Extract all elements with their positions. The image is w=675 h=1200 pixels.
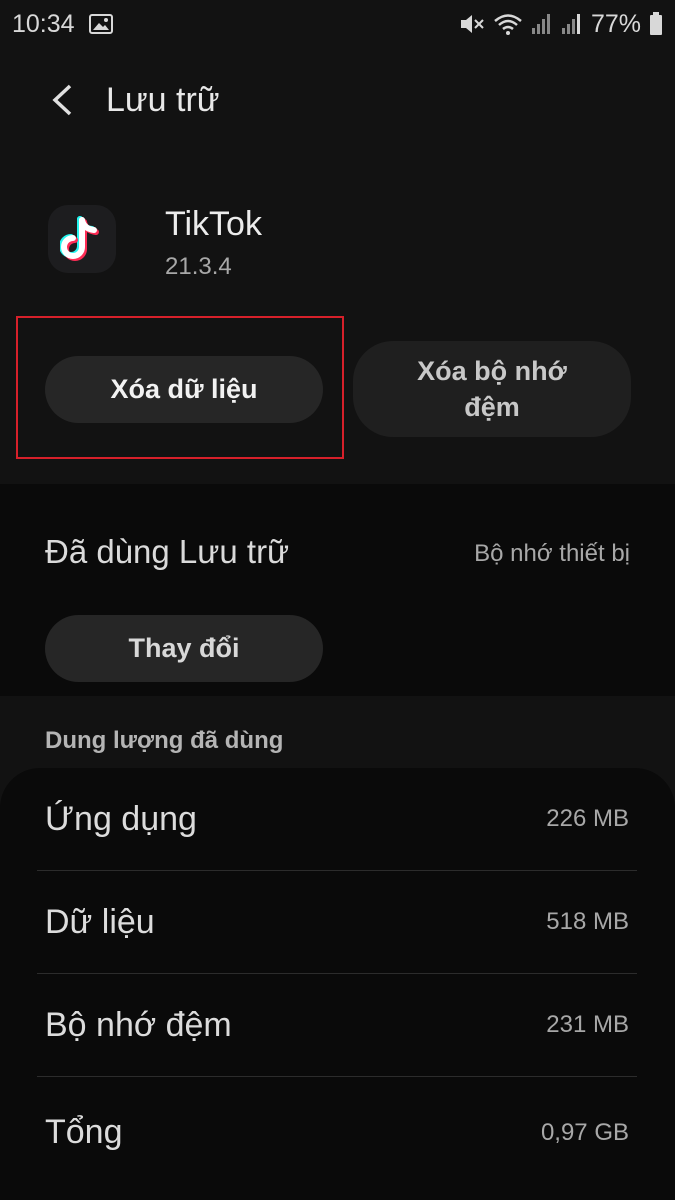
app-name: TikTok <box>165 205 262 243</box>
change-storage-button[interactable]: Thay đổi <box>45 615 323 682</box>
status-bar-right: 77% <box>459 10 663 39</box>
highlight-annotation-box <box>16 316 344 459</box>
usage-row-label: Bộ nhớ đệm <box>45 1005 232 1044</box>
clear-cache-button[interactable]: Xóa bộ nhớ đệm <box>353 341 631 437</box>
page-title: Lưu trữ <box>106 80 220 119</box>
battery-icon <box>649 12 663 36</box>
chevron-left-icon <box>52 84 72 116</box>
image-icon <box>88 14 113 34</box>
usage-row-value: 226 MB <box>546 805 629 832</box>
status-bar-left: 10:34 <box>12 10 113 39</box>
wifi-icon <box>493 12 523 36</box>
battery-percent: 77% <box>590 9 641 38</box>
tiktok-icon <box>48 205 116 273</box>
mute-icon <box>459 12 485 36</box>
usage-row-value: 0,97 GB <box>540 1118 629 1146</box>
signal-icon <box>561 12 583 36</box>
app-version: 21.3.4 <box>165 253 232 280</box>
usage-row-label: Tổng <box>45 1113 123 1151</box>
usage-row-app: Ứng dụng 226 MB <box>37 768 637 871</box>
usage-row-data: Dữ liệu 518 MB <box>37 871 637 974</box>
usage-row-value: 518 MB <box>546 908 629 935</box>
usage-row-cache: Bộ nhớ đệm 231 MB <box>37 974 637 1077</box>
status-bar: 10:34 77% <box>0 0 675 48</box>
usage-row-total: Tổng 0,97 GB <box>37 1081 637 1184</box>
usage-row-label: Ứng dụng <box>45 799 197 838</box>
usage-section-title: Dung lượng đã dùng <box>45 727 284 754</box>
signal-icon <box>531 12 553 36</box>
back-button[interactable] <box>32 70 92 130</box>
storage-location-value: Bộ nhớ thiết bị <box>474 540 630 567</box>
usage-row-label: Dữ liệu <box>45 902 155 941</box>
storage-used-label: Đã dùng Lưu trữ <box>45 533 290 570</box>
usage-row-value: 231 MB <box>546 1011 629 1038</box>
status-time: 10:34 <box>12 9 75 38</box>
app-bar: Lưu trữ <box>0 60 675 140</box>
